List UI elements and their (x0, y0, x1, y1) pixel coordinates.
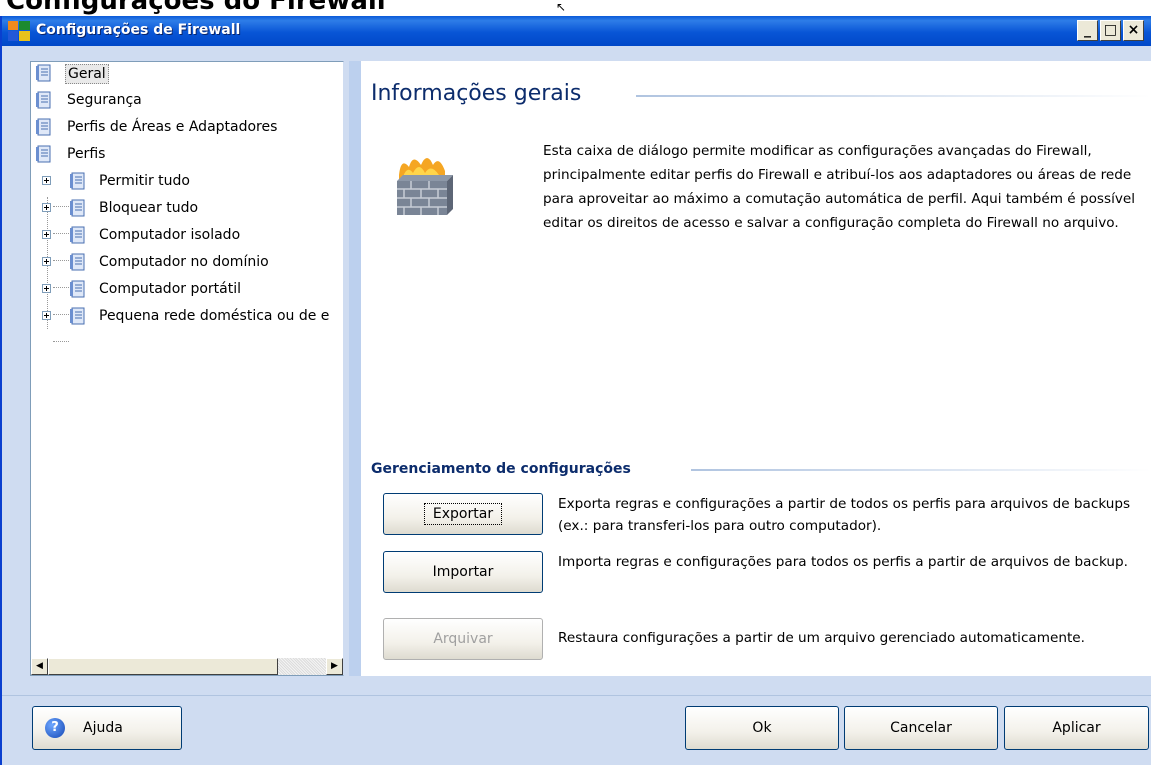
settings-page-icon (36, 118, 51, 136)
export-button-label: Exportar (423, 503, 503, 525)
cancel-button-label: Cancelar (890, 720, 952, 736)
divider (636, 95, 1151, 97)
tree-item-label: Computador portátil (99, 281, 242, 297)
tree-item-label: Perfis (67, 146, 106, 162)
import-button[interactable]: Importar (383, 551, 543, 593)
section-title: Informações gerais (371, 81, 582, 106)
settings-page-icon (36, 91, 51, 109)
tree-item-label: Bloquear tudo (99, 200, 199, 216)
expand-icon[interactable] (42, 257, 51, 266)
expand-icon[interactable] (42, 230, 51, 239)
main-panel: Informações gerais Esta caixa de diálogo… (349, 61, 1151, 676)
ok-button[interactable]: Ok (685, 706, 839, 750)
top-heading-strip: Configurações do Firewall ↖ (0, 0, 1151, 16)
mouse-cursor-icon: ↖ (556, 0, 567, 14)
tree-item-label: Permitir tudo (99, 173, 190, 189)
tree-item-label: Geral (65, 64, 109, 84)
top-heading: Configurações do Firewall (6, 0, 386, 16)
ok-button-label: Ok (752, 720, 772, 736)
expand-icon[interactable] (42, 311, 51, 320)
tree-connector (53, 314, 69, 315)
scroll-left-button[interactable]: ◀ (31, 658, 48, 675)
minimize-button[interactable]: _ (1077, 20, 1098, 41)
tree-connector (53, 233, 69, 234)
tree-item-label: Computador isolado (99, 227, 241, 243)
tree-item-label: Pequena rede doméstica ou de e (99, 308, 330, 324)
tree-connector (53, 206, 69, 207)
config-management-title: Gerenciamento de configurações (371, 461, 631, 477)
export-description: Exporta regras e configurações a partir … (558, 496, 1131, 534)
archive-button[interactable]: Arquivar (383, 618, 543, 660)
profile-icon (70, 280, 85, 298)
settings-page-icon (36, 64, 51, 82)
settings-page-icon (36, 145, 51, 163)
window-title: Configurações de Firewall (36, 22, 241, 38)
firewall-settings-window: Configurações de Firewall _ □ × Geral Se… (0, 16, 1151, 765)
tree-connector (53, 287, 69, 288)
firewall-icon (397, 158, 453, 215)
profile-icon (70, 307, 85, 325)
expand-icon[interactable] (42, 203, 51, 212)
expand-icon[interactable] (42, 284, 51, 293)
help-button-label: Ajuda (83, 720, 123, 736)
tree-item-label: Segurança (67, 92, 142, 108)
cancel-button[interactable]: Cancelar (844, 706, 998, 750)
help-icon: ? (45, 718, 65, 738)
dialog-button-bar: ? Ajuda Ok Cancelar Aplicar (2, 695, 1151, 765)
profile-icon (70, 199, 85, 217)
help-button[interactable]: ? Ajuda (32, 706, 182, 750)
archive-button-label: Arquivar (433, 631, 493, 647)
description-text: Esta caixa de diálogo permite modificar … (543, 143, 1136, 231)
avg-app-icon (8, 21, 30, 41)
apply-button[interactable]: Aplicar (1004, 706, 1149, 750)
scroll-track[interactable] (278, 658, 326, 675)
scroll-thumb[interactable] (48, 658, 278, 675)
import-button-label: Importar (432, 564, 494, 580)
scroll-right-button[interactable]: ▶ (326, 658, 343, 675)
settings-tree[interactable]: Geral Segurança Perfis de Áreas e Adapta… (30, 61, 344, 676)
divider (691, 469, 1151, 471)
profile-icon (70, 253, 85, 271)
horizontal-scrollbar[interactable]: ◀ ▶ (31, 658, 343, 675)
profile-icon (70, 226, 85, 244)
profile-icon (70, 172, 85, 190)
maximize-button[interactable]: □ (1100, 20, 1121, 41)
tree-connector (53, 260, 69, 261)
expand-icon[interactable] (42, 176, 51, 185)
apply-button-label: Aplicar (1052, 720, 1101, 736)
title-bar[interactable]: Configurações de Firewall _ □ × (2, 16, 1151, 46)
export-button[interactable]: Exportar (383, 493, 543, 535)
window-content: Geral Segurança Perfis de Áreas e Adapta… (2, 46, 1151, 695)
close-button[interactable]: × (1123, 20, 1144, 41)
archive-description: Restaura configurações a partir de um ar… (558, 630, 1085, 646)
tree-item-label: Computador no domínio (99, 254, 269, 270)
import-description: Importa regras e configurações para todo… (558, 554, 1128, 570)
tree-item-label: Perfis de Áreas e Adaptadores (67, 119, 278, 135)
tree-connector (53, 341, 69, 342)
